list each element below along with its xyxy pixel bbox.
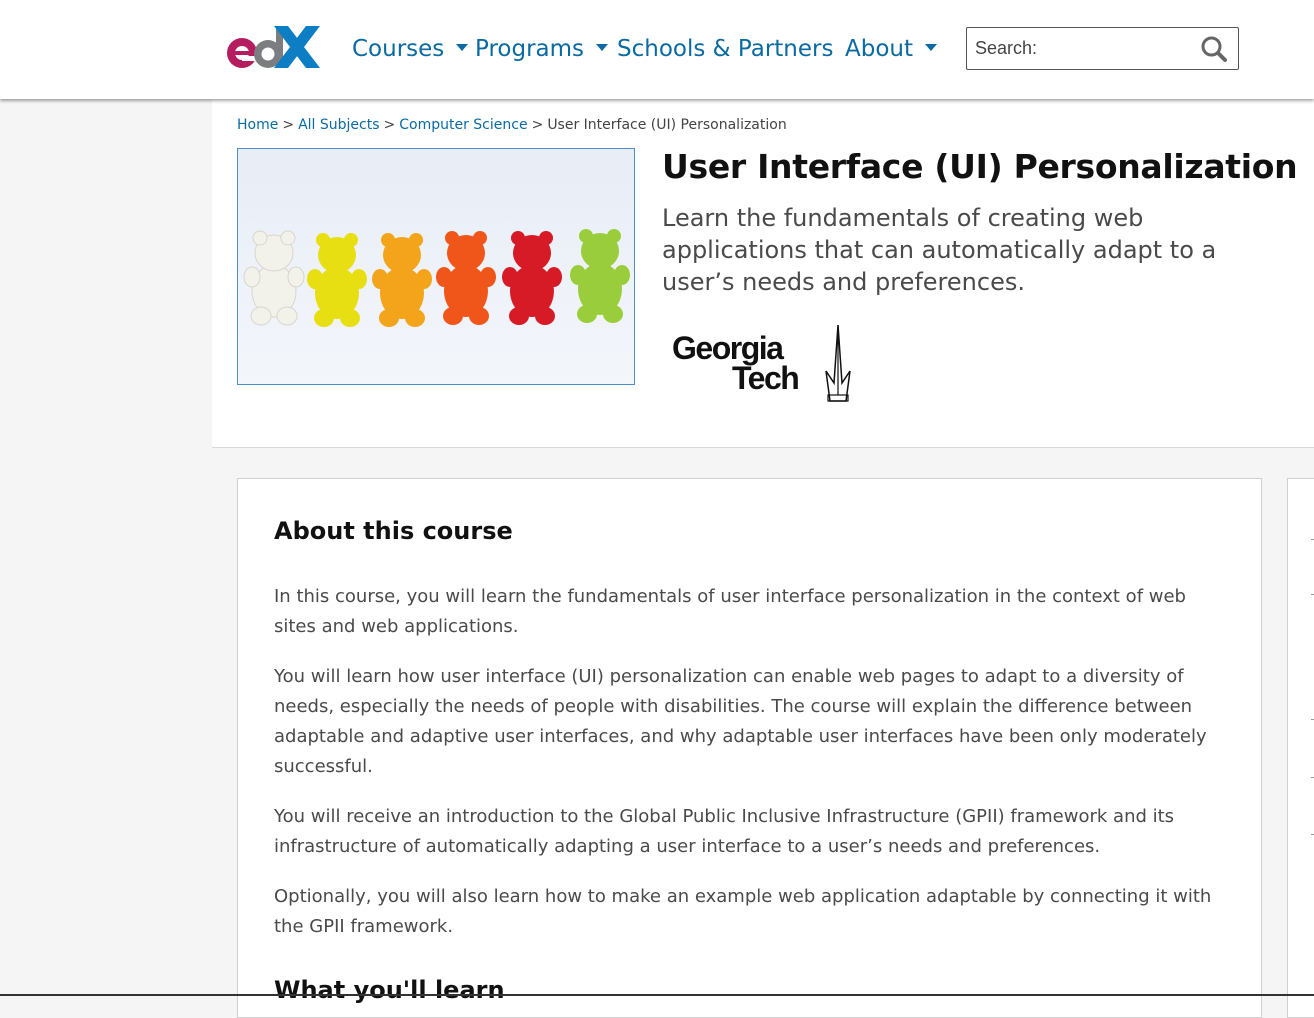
what-youll-learn-heading: What you'll learn bbox=[274, 976, 505, 1004]
nav-about-label: About bbox=[845, 36, 914, 62]
chevron-down-icon bbox=[925, 44, 938, 51]
breadcrumb-current: User Interface (UI) Personalization bbox=[547, 117, 787, 133]
chevron-down-icon bbox=[456, 44, 469, 51]
chevron-down-icon bbox=[596, 44, 609, 51]
nav-programs[interactable]: Programs bbox=[475, 32, 609, 66]
about-paragraph: In this course, you will learn the funda… bbox=[274, 586, 1186, 637]
breadcrumb: Home > All Subjects > Computer Science > User … bbox=[237, 117, 787, 133]
about-paragraph: Optionally, you will also learn how to m… bbox=[274, 886, 1212, 937]
breadcrumb-computer-science[interactable]: Computer Science bbox=[399, 117, 527, 133]
breadcrumb-separator: > bbox=[531, 117, 544, 133]
breadcrumb-home[interactable]: Home bbox=[237, 117, 278, 133]
course-title: User Interface (UI) Personalization bbox=[662, 147, 1298, 186]
nav-programs-label: Programs bbox=[475, 36, 585, 62]
nav-schools-partners[interactable]: Schools & Partners bbox=[617, 32, 833, 66]
school-name-line2: Tech bbox=[732, 360, 798, 396]
nav-courses-label: Courses bbox=[352, 36, 445, 62]
course-details-sidebar bbox=[1287, 478, 1314, 1018]
nav-about[interactable]: About bbox=[845, 32, 938, 66]
site-header: Courses Programs Schools & Partners Abou… bbox=[0, 0, 1314, 99]
search-box bbox=[966, 27, 1239, 70]
breadcrumb-separator: > bbox=[282, 117, 295, 133]
course-subtitle: Learn the fundamentals of creating web a… bbox=[662, 204, 1217, 296]
about-heading: About this course bbox=[274, 517, 513, 545]
search-icon[interactable] bbox=[1200, 35, 1228, 63]
breadcrumb-separator: > bbox=[383, 117, 396, 133]
breadcrumb-all-subjects[interactable]: All Subjects bbox=[298, 117, 379, 133]
about-paragraph: You will learn how user interface (UI) p… bbox=[274, 666, 1207, 777]
nav-courses[interactable]: Courses bbox=[352, 32, 469, 66]
georgia-tech-logo[interactable]: Georgia Tech bbox=[670, 323, 856, 403]
gummy-bears-image bbox=[238, 149, 634, 384]
about-body: In this course, you will learn the funda… bbox=[274, 582, 1224, 962]
about-paragraph: You will receive an introduction to the … bbox=[274, 806, 1175, 857]
about-section: About this course In this course, you wi… bbox=[237, 478, 1262, 1018]
nav-schools-label: Schools & Partners bbox=[617, 36, 834, 62]
course-image bbox=[237, 148, 635, 385]
search-input[interactable] bbox=[967, 28, 1197, 69]
course-hero: Home > All Subjects > Computer Science > User … bbox=[212, 99, 1314, 448]
edx-logo[interactable] bbox=[226, 24, 322, 72]
